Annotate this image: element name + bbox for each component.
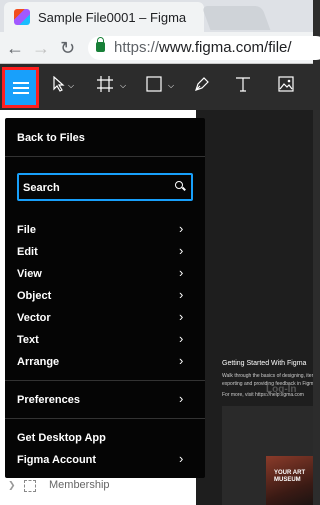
reload-icon[interactable]: ↻ xyxy=(60,38,75,59)
chevron-right-icon: › xyxy=(179,243,184,258)
frame-tool-icon[interactable] xyxy=(97,76,113,92)
menu-item-preferences[interactable]: Preferences xyxy=(17,394,80,406)
menu-item-vector[interactable]: Vector xyxy=(17,312,51,324)
menu-item-get-desktop-app[interactable]: Get Desktop App xyxy=(17,432,106,444)
menu-search-input[interactable]: Search xyxy=(17,173,193,201)
forward-icon[interactable]: → xyxy=(32,38,50,59)
lock-icon xyxy=(96,37,105,52)
chevron-right-icon: › xyxy=(179,309,184,324)
browser-tabbar: Sample File0001 – Figma xyxy=(0,0,313,32)
text-tool-icon[interactable] xyxy=(235,76,251,92)
move-icon[interactable] xyxy=(52,76,66,92)
login-frame[interactable]: YOUR ART MUSEUM xyxy=(222,406,313,505)
menu-item-file[interactable]: File xyxy=(17,224,36,236)
image-tool-icon[interactable] xyxy=(278,76,294,92)
chevron-down-icon[interactable]: ⌵ xyxy=(120,81,126,91)
main-menu-dropdown: Back to Files Search File › Edit › View … xyxy=(5,118,205,478)
menu-item-object[interactable]: Object xyxy=(17,290,51,302)
menu-item-view[interactable]: View xyxy=(17,268,42,280)
canvas[interactable]: Getting Started With Figma Walk through … xyxy=(196,110,313,505)
frame-icon xyxy=(24,480,36,492)
chevron-right-icon: › xyxy=(179,331,184,346)
divider xyxy=(5,418,205,419)
tab-title: Sample File0001 – Figma xyxy=(38,10,187,25)
chevron-right-icon: › xyxy=(179,265,184,280)
museum-text: YOUR ART MUSEUM xyxy=(274,470,306,483)
back-to-files-link[interactable]: Back to Files xyxy=(17,132,85,144)
rectangle-tool-icon[interactable] xyxy=(146,76,162,92)
layer-label: Membership xyxy=(49,479,110,491)
address-bar: ← → ↻ https://www.figma.com/file/ xyxy=(0,32,320,64)
divider xyxy=(5,380,205,381)
search-placeholder: Search xyxy=(23,182,60,194)
menu-item-arrange[interactable]: Arrange xyxy=(17,356,59,368)
chevron-right-icon: › xyxy=(179,221,184,236)
layer-row[interactable]: ❯ Membership xyxy=(0,476,196,498)
menu-item-edit[interactable]: Edit xyxy=(17,246,38,258)
divider xyxy=(5,156,205,157)
chevron-right-icon: › xyxy=(179,287,184,302)
figma-toolbar: ⌵ ⌵ ⌵ xyxy=(0,65,313,110)
browser-tab[interactable]: Sample File0001 – Figma xyxy=(4,2,204,32)
main-menu-button[interactable] xyxy=(2,67,39,108)
chevron-down-icon[interactable]: ⌵ xyxy=(168,81,174,91)
chevron-down-icon[interactable]: ⌵ xyxy=(68,81,74,91)
figma-favicon-icon xyxy=(14,9,30,25)
new-tab-button[interactable] xyxy=(201,6,271,30)
search-icon xyxy=(175,181,183,189)
url-text: https://www.figma.com/file/ xyxy=(114,39,292,56)
back-icon[interactable]: ← xyxy=(6,38,24,59)
chevron-right-icon: › xyxy=(179,353,184,368)
chevron-right-icon: › xyxy=(179,391,184,406)
canvas-title: Getting Started With Figma xyxy=(222,360,307,367)
url-field[interactable]: https://www.figma.com/file/ xyxy=(88,36,320,60)
hamburger-icon xyxy=(12,81,29,94)
menu-item-figma-account[interactable]: Figma Account xyxy=(17,454,96,466)
pen-tool-icon[interactable] xyxy=(194,76,210,92)
chevron-right-icon[interactable]: ❯ xyxy=(8,480,16,491)
menu-item-text[interactable]: Text xyxy=(17,334,39,346)
chevron-right-icon: › xyxy=(179,451,184,466)
frame-label: Log-In xyxy=(266,384,297,395)
